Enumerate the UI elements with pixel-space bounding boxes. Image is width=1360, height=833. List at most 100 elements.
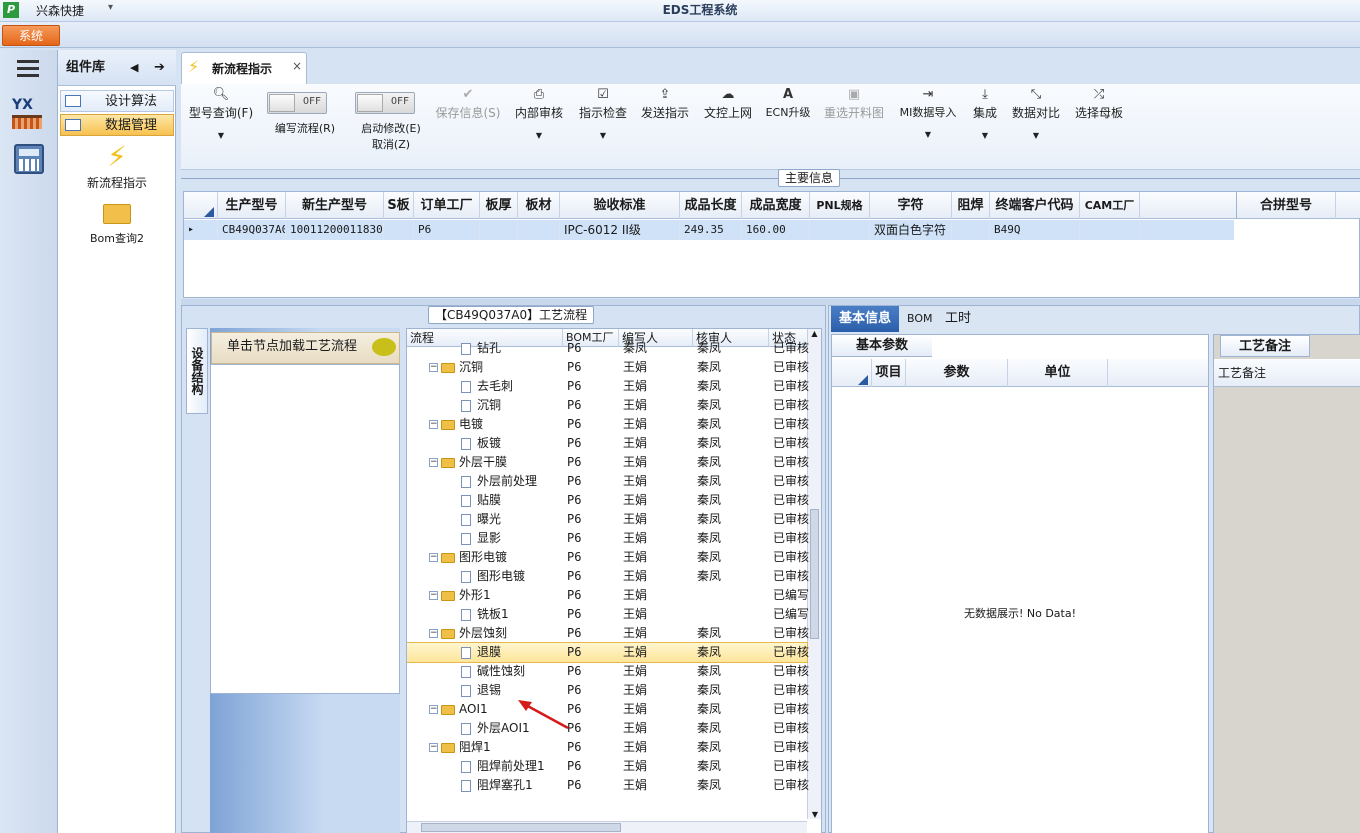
cell[interactable]: 160.00 (742, 220, 810, 240)
cell-status[interactable]: 已审核 (773, 757, 809, 776)
cell-reviewer[interactable]: 秦凤 (697, 339, 767, 358)
cell-status[interactable]: 已审核 (773, 472, 809, 491)
cell-bom[interactable]: P6 (567, 377, 619, 396)
tab-equipment-structure[interactable]: 设备结构 (186, 328, 208, 414)
cell-bom[interactable]: P6 (567, 757, 619, 776)
cell-bom[interactable]: P6 (567, 548, 619, 567)
basic-params-tab[interactable]: 基本参数 (832, 335, 932, 357)
reselect-material-button[interactable]: ▣ 重选开料图 (819, 86, 889, 121)
cell-writer[interactable]: 王娟 (623, 510, 693, 529)
col-header[interactable]: 字符 (870, 192, 952, 219)
tree-node[interactable]: 退膜 (461, 643, 563, 662)
notes-tab[interactable]: 工艺备注 (1220, 335, 1310, 357)
col-header[interactable]: PNL规格 (810, 192, 870, 219)
cell-writer[interactable]: 王娟 (623, 567, 693, 586)
collapse-icon[interactable]: − (429, 363, 438, 372)
col-header[interactable]: 阻焊 (952, 192, 990, 219)
tree-row[interactable]: 钻孔 P6 秦凤 秦凤 已审核 (407, 339, 809, 358)
cell-bom[interactable]: P6 (567, 510, 619, 529)
tree-row[interactable]: − 沉铜 P6 王娟 秦凤 已审核 (407, 358, 809, 377)
tree-node[interactable]: 图形电镀 (461, 567, 563, 586)
tab-work-hours[interactable]: 工时 (937, 306, 979, 332)
cell[interactable]: 249.35 (680, 220, 742, 240)
cell-status[interactable]: 已审核 (773, 396, 809, 415)
collapse-left-icon[interactable]: ◀ (130, 50, 138, 86)
cell-bom[interactable]: P6 (567, 776, 619, 795)
cell-bom[interactable]: P6 (567, 662, 619, 681)
cell[interactable]: CB49Q037A0 (218, 220, 286, 240)
cell-writer[interactable]: 王娟 (623, 643, 693, 662)
type-query-button[interactable]: 🔍︎ 型号查询(F) ▼ (185, 86, 257, 140)
col-header[interactable]: 订单工厂 (414, 192, 480, 219)
tree-row[interactable]: 外层AOI1 P6 王娟 秦凤 已审核 (407, 719, 809, 738)
cell-bom[interactable]: P6 (567, 738, 619, 757)
col-header[interactable]: 项目 (872, 359, 906, 387)
tree-row[interactable]: 退膜 P6 王娟 秦凤 已审核 (407, 642, 809, 663)
instruction-check-button[interactable]: ☑ 指示检查 ▼ (575, 86, 631, 140)
tree-row[interactable]: 曝光 P6 王娟 秦凤 已审核 (407, 510, 809, 529)
cell[interactable] (1080, 220, 1140, 240)
tree-row[interactable]: − 阻焊1 P6 王娟 秦凤 已审核 (407, 738, 809, 757)
tree-row[interactable]: − 外层蚀刻 P6 王娟 秦凤 已审核 (407, 624, 809, 643)
cell-status[interactable]: 已审核 (773, 643, 809, 662)
cell-writer[interactable]: 王娟 (623, 396, 693, 415)
cell-bom[interactable]: P6 (567, 472, 619, 491)
col-header[interactable]: 成品宽度 (742, 192, 810, 219)
system-menu-button[interactable]: 系统 (2, 25, 60, 46)
cell-status[interactable]: 已审核 (773, 529, 809, 548)
internal-review-button[interactable]: ⎙ 内部审核 ▼ (511, 86, 567, 140)
cell[interactable]: IPC-6012 II级 (560, 220, 680, 240)
cell-status[interactable]: 已审核 (773, 510, 809, 529)
cell-writer[interactable]: 王娟 (623, 605, 693, 624)
save-info-button[interactable]: ✔ 保存信息(S) (431, 86, 505, 121)
tree-row[interactable]: − 电镀 P6 王娟 秦凤 已审核 (407, 415, 809, 434)
collapse-icon[interactable]: − (429, 420, 438, 429)
cell-reviewer[interactable]: 秦凤 (697, 643, 767, 662)
cell-status[interactable]: 已编写 (773, 586, 809, 605)
cell-reviewer[interactable]: 秦凤 (697, 472, 767, 491)
cell-status[interactable]: 已审核 (773, 776, 809, 795)
cell-reviewer[interactable]: 秦凤 (697, 567, 767, 586)
collapse-icon[interactable]: − (429, 629, 438, 638)
tree-node[interactable]: 外层前处理 (461, 472, 563, 491)
cell-writer[interactable]: 王娟 (623, 624, 693, 643)
tree-node[interactable]: 铣板1 (461, 605, 563, 624)
tab-basic-info[interactable]: 基本信息 (831, 306, 900, 332)
tree-row[interactable]: 外层前处理 P6 王娟 秦凤 已审核 (407, 472, 809, 491)
close-icon[interactable]: × (292, 59, 302, 73)
cell-writer[interactable]: 王娟 (623, 586, 693, 605)
cell-reviewer[interactable]: 秦凤 (697, 358, 767, 377)
cell-writer[interactable]: 秦凤 (623, 339, 693, 358)
cell-status[interactable]: 已审核 (773, 358, 809, 377)
tree-node[interactable]: − 外层蚀刻 (429, 624, 563, 643)
tree-row[interactable]: − AOI1 P6 王娟 秦凤 已审核 (407, 700, 809, 719)
integrate-button[interactable]: ⤓ 集成 ▼ (967, 86, 1003, 140)
cell-reviewer[interactable]: 秦凤 (697, 757, 767, 776)
cell-bom[interactable]: P6 (567, 434, 619, 453)
cell[interactable]: 双面白色字符 (870, 220, 952, 240)
cell-reviewer[interactable]: 秦凤 (697, 510, 767, 529)
cell[interactable]: B49Q (990, 220, 1080, 240)
collapse-icon[interactable]: − (429, 591, 438, 600)
tree-row[interactable]: 碱性蚀刻 P6 王娟 秦凤 已审核 (407, 662, 809, 681)
tree-node[interactable]: 沉铜 (461, 396, 563, 415)
cell-status[interactable]: 已审核 (773, 434, 809, 453)
cell-bom[interactable]: P6 (567, 700, 619, 719)
cell-reviewer[interactable]: 秦凤 (697, 738, 767, 757)
col-header[interactable]: 生产型号 (218, 192, 286, 219)
cell-bom[interactable]: P6 (567, 415, 619, 434)
send-instruction-button[interactable]: ⇪ 发送指示 (637, 86, 693, 121)
cell-status[interactable]: 已审核 (773, 681, 809, 700)
menu-item-design-algorithm[interactable]: 设计算法 (60, 90, 174, 112)
compare-button[interactable]: ⤡ 数据对比 ▼ (1009, 86, 1063, 140)
cell-reviewer[interactable]: 秦凤 (697, 624, 767, 643)
cell-bom[interactable]: P6 (567, 529, 619, 548)
start-modify-toggle[interactable]: OFF (355, 92, 415, 114)
col-header[interactable]: 单位 (1008, 359, 1108, 387)
tree-node[interactable]: 显影 (461, 529, 563, 548)
tree-node[interactable]: − 阻焊1 (429, 738, 563, 757)
cell-bom[interactable]: P6 (567, 358, 619, 377)
tree-row[interactable]: 显影 P6 王娟 秦凤 已审核 (407, 529, 809, 548)
cell[interactable] (480, 220, 518, 240)
cell-bom[interactable]: P6 (567, 453, 619, 472)
